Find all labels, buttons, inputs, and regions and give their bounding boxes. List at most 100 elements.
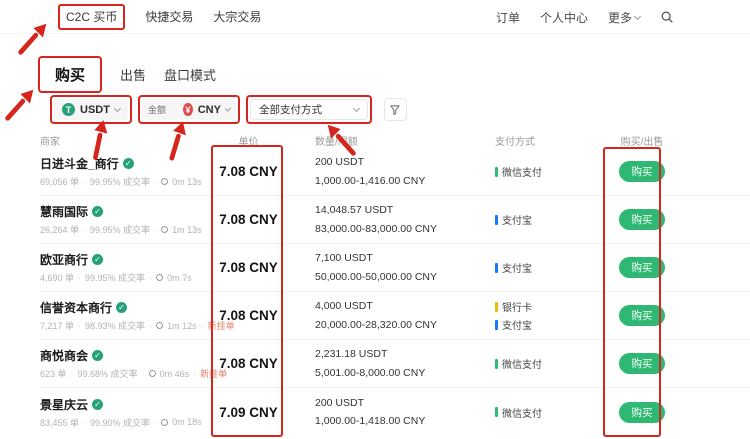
payment-method-label: 支付宝 [502,264,532,275]
chevron-down-icon [352,104,360,113]
merchant-name[interactable]: 商悦商会 [40,347,88,364]
merchant-completion-rate: 99.95% 成交率 [85,273,146,283]
tab-buy[interactable]: 购买 [55,67,85,84]
merchant-orders: 69,056 单 [40,177,80,187]
payment-color-bar [495,214,498,225]
payment-method: 支付宝 [495,260,605,275]
merchant-orders: 7,217 单 [40,321,75,331]
merchant-name[interactable]: 信誉资本商行 [40,299,112,316]
c2c-trading-page: C2C 买币 快捷交易 大宗交易 订单 个人中心 更多 购买 出售 盘口模式 T… [0,0,750,439]
clock-icon [161,178,169,185]
merchant-cell: 商悦商会 623 单 99.68% 成交率 0m 46s 新挂单 [40,347,227,380]
merchant-stats: 623 单 99.68% 成交率 0m 46s 新挂单 [40,367,227,380]
nav-item-more[interactable]: 更多 [607,9,642,26]
table-header: 商家 单价 数量/限额 支付方式 购买/出售 [40,133,750,148]
merchant-stats: 83,455 单 99.90% 成交率 0m 18s [40,416,212,429]
quantity-cell: 200 USDT 1,000.00-1,416.00 CNY [315,153,480,190]
payment-method-label: 微信支付 [502,360,542,371]
merchant-name[interactable]: 日进斗金_商行 [40,155,119,172]
merchant-release-time: 0m 7s [167,272,192,283]
merchant-name[interactable]: 景星庆云 [40,396,88,413]
merchant-stats: 7,217 单 98.93% 成交率 1m 12s 新挂单 [40,319,235,332]
action-cell: 购买 [613,401,671,423]
nav-item-more-label: 更多 [607,10,632,25]
quantity-cell: 14,048.57 USDT 83,000.00-83,000.00 CNY [315,201,480,238]
payment-method: 微信支付 [495,356,605,371]
col-header-payment: 支付方式 [495,137,535,148]
payment-method: 支付宝 [495,212,605,227]
payment-method-select[interactable]: 全部支付方式 [249,99,368,120]
buy-button[interactable]: 购买 [619,257,665,278]
buy-button[interactable]: 购买 [619,401,665,423]
merchant-name[interactable]: 欧亚商行 [40,251,88,268]
col-header-quantity-limit: 数量/限额 [315,137,358,148]
nav-item-orders[interactable]: 订单 [496,9,520,26]
buy-button[interactable]: 购买 [619,209,665,230]
col-header-action: 购买/出售 [620,137,664,148]
amount-fiat-group: ¥ CNY [141,99,236,120]
payment-cell: 支付宝 [495,212,605,227]
nav-item-block-trade[interactable]: 大宗交易 [213,8,261,25]
merchant-completion-rate: 98.93% 成交率 [85,321,146,331]
merchant-name[interactable]: 慧雨国际 [40,203,88,220]
clock-icon [156,274,164,281]
merchant-orders: 4,690 单 [40,273,75,283]
buy-button[interactable]: 购买 [619,161,665,182]
action-cell: 购买 [613,257,671,278]
available-amount: 14,048.57 USDT [315,204,394,217]
merchant-cell: 日进斗金_商行 69,056 单 99.95% 成交率 0m 13s [40,155,212,188]
verified-icon [116,302,128,313]
merchant-completion-rate: 99.68% 成交率 [77,369,138,379]
nav-item-quick-trade[interactable]: 快捷交易 [145,8,193,25]
cny-icon: ¥ [182,103,193,116]
merchant-cell: 景星庆云 83,455 单 99.90% 成交率 0m 18s [40,396,212,429]
table-row: 欧亚商行 4,690 单 99.95% 成交率 0m 7s 7.08 CNY 7… [40,244,750,292]
order-limit: 1,000.00-1,418.00 CNY [315,415,426,427]
tab-orderbook-mode[interactable]: 盘口模式 [164,65,216,84]
action-cell: 购买 [613,161,671,182]
merchant-cell: 欧亚商行 4,690 单 99.95% 成交率 0m 7s [40,251,212,284]
amount-input[interactable] [147,104,178,115]
annotation-box-buy-tab: 购买 [38,56,103,93]
order-limit: 1,000.00-1,416.00 CNY [315,174,426,187]
merchant-orders: 623 单 [40,369,67,379]
table-row: 慧雨国际 26,264 单 99.95% 成交率 1m 13s 7.08 CNY… [40,196,750,244]
table-row: 日进斗金_商行 69,056 单 99.95% 成交率 0m 13s 7.08 … [40,148,750,196]
payment-color-bar [495,407,498,417]
action-cell: 购买 [613,305,671,326]
merchant-release-time: 0m 13s [172,176,202,187]
buy-button[interactable]: 购买 [619,353,665,374]
top-nav: C2C 买币 快捷交易 大宗交易 订单 个人中心 更多 [0,0,750,34]
order-limit: 5,001.00-8,000.00 CNY [315,366,426,379]
payment-method-label: 支付宝 [502,216,532,227]
usdt-icon: T [62,103,75,116]
chevron-down-icon [633,12,642,20]
table-row: 商悦商会 623 单 99.68% 成交率 0m 46s 新挂单 7.08 CN… [40,340,750,388]
price-value: 7.09 CNY [219,404,278,420]
annotation-box-c2c: C2C 买币 [58,3,126,30]
chevron-down-icon [224,105,232,112]
crypto-select[interactable]: T USDT [54,99,128,120]
quantity-cell: 2,231.18 USDT 5,001.00-8,000.00 CNY [315,345,480,382]
quantity-cell: 4,000 USDT 20,000.00-28,320.00 CNY [315,297,480,334]
available-amount: 2,231.18 USDT [315,348,388,361]
merchant-cell: 信誉资本商行 7,217 单 98.93% 成交率 1m 12s 新挂单 [40,299,235,332]
available-amount: 200 USDT [315,156,365,169]
fiat-select-value[interactable]: CNY [198,104,221,116]
merchant-release-time: 0m 18s [172,417,202,427]
tab-sell[interactable]: 出售 [120,65,146,84]
buy-button[interactable]: 购买 [619,305,665,326]
price-value: 7.08 CNY [219,164,278,179]
clock-icon [156,322,164,329]
payment-method: 微信支付 [495,164,605,179]
col-header-merchant: 商家 [40,137,60,148]
merchant-completion-rate: 99.90% 成交率 [90,417,151,428]
nav-item-profile[interactable]: 个人中心 [540,9,588,26]
order-limit: 50,000.00-50,000.00 CNY [315,270,438,283]
nav-item-c2c-buy[interactable]: C2C 买币 [66,10,117,24]
verified-icon [92,398,104,410]
price-value: 7.08 CNY [219,356,278,371]
col-header-price: 单价 [238,137,259,148]
search-icon[interactable] [660,10,674,24]
filter-button[interactable] [383,98,407,121]
